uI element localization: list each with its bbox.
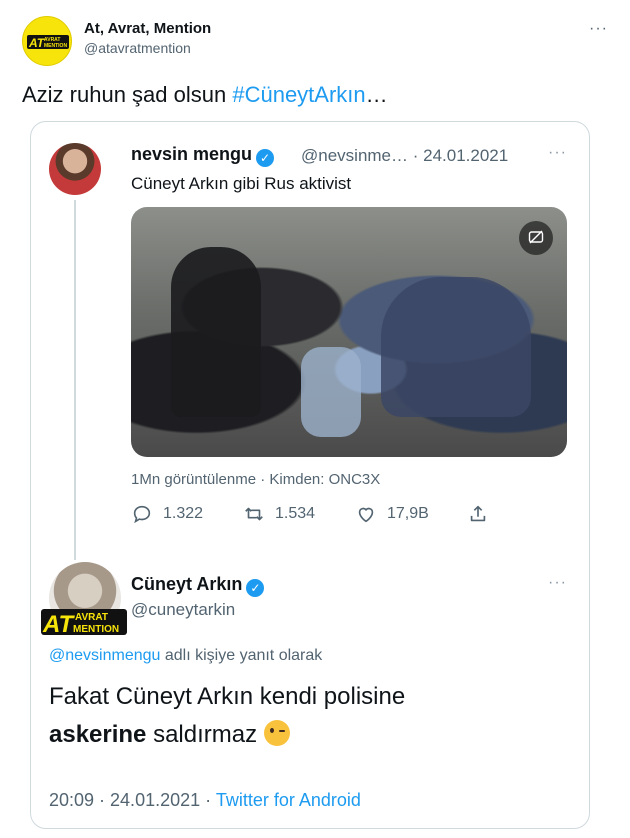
quoted-tweet-card[interactable]: nevsin mengu ✓ @nevsinme… · 24.01.2021 ··… bbox=[30, 121, 590, 829]
source-link[interactable]: Twitter for Android bbox=[216, 790, 361, 810]
reply-text: Fakat Cüneyt Arkın kendi polisine askerin… bbox=[49, 678, 569, 754]
reply-author-name[interactable]: Cüneyt Arkın ✓ bbox=[131, 574, 265, 597]
video-player[interactable] bbox=[131, 207, 567, 457]
verified-badge-icon: ✓ bbox=[246, 579, 265, 597]
like-count: 17,9B bbox=[387, 505, 429, 522]
hashtag-link[interactable]: #CüneytArkın bbox=[232, 82, 365, 107]
quoted-text: Cüneyt Arkın gibi Rus aktivist bbox=[131, 174, 352, 193]
quoted-author-name-text: nevsin mengu bbox=[131, 144, 253, 164]
reply-text-bold: askerine bbox=[49, 721, 147, 748]
svg-text:MENTION: MENTION bbox=[73, 624, 119, 635]
views-line: 1Mn görüntülenme · Kimden: ONC3X bbox=[131, 471, 381, 488]
quoted-author-avatar[interactable] bbox=[49, 143, 101, 195]
at-avrat-mention-logo: AT AVRAT MENTION bbox=[27, 35, 69, 50]
quoted-author-handle[interactable]: @nevsinme… bbox=[301, 146, 408, 165]
reply-button[interactable]: 1.322 bbox=[131, 503, 203, 525]
tweet-text: Aziz ruhun şad olsun #CüneytArkın… bbox=[22, 82, 388, 108]
reply-author-name-text: Cüneyt Arkın bbox=[131, 574, 243, 594]
more-options-icon[interactable]: ··· bbox=[589, 20, 608, 38]
share-button[interactable] bbox=[467, 503, 489, 525]
video-figure bbox=[301, 347, 361, 437]
retweet-icon bbox=[245, 507, 263, 521]
retweet-button[interactable]: 1.534 bbox=[243, 503, 315, 525]
reply-text-line1: Fakat Cüneyt Arkın kendi polisine bbox=[49, 683, 406, 710]
author-avatar[interactable]: AT AVRAT MENTION bbox=[22, 16, 72, 66]
svg-text:MENTION: MENTION bbox=[44, 43, 67, 49]
reply-count: 1.322 bbox=[163, 505, 204, 522]
video-figure bbox=[171, 247, 261, 417]
author-name[interactable]: At, Avrat, Mention bbox=[84, 20, 211, 37]
quoted-author-meta: @nevsinme… · 24.01.2021 bbox=[301, 146, 508, 166]
captions-icon[interactable] bbox=[519, 221, 553, 255]
replying-to-line: @nevsinmengu adlı kişiye yanıt olarak bbox=[49, 647, 322, 665]
svg-text:AT: AT bbox=[42, 611, 76, 638]
wink-emoji-icon bbox=[263, 720, 290, 746]
tweet-text-ellipsis: … bbox=[365, 82, 388, 107]
reply-author-handle[interactable]: @cuneytarkin bbox=[131, 600, 235, 620]
share-icon bbox=[470, 505, 486, 522]
reply-meta: 20:09 · 24.01.2021 · Twitter for Android bbox=[49, 790, 361, 811]
verified-badge-icon: ✓ bbox=[256, 149, 275, 167]
quoted-date[interactable]: · 24.01.2021 bbox=[413, 146, 508, 165]
video-figure bbox=[381, 277, 531, 417]
tweet-header: AT AVRAT MENTION At, Avrat, Mention @ata… bbox=[22, 14, 608, 66]
like-icon bbox=[358, 507, 374, 523]
action-bar: 1.322 1.534 17,9B bbox=[131, 503, 511, 525]
tweet-text-plain: Aziz ruhun şad olsun bbox=[22, 82, 233, 107]
svg-text:AVRAT: AVRAT bbox=[75, 612, 108, 623]
reply-more-options-icon[interactable]: ··· bbox=[548, 574, 567, 592]
reply-icon bbox=[133, 505, 151, 524]
at-avrat-mention-watermark: AT AVRAT MENTION bbox=[41, 609, 127, 638]
reply-text-line2: saldırmaz bbox=[146, 721, 264, 748]
reply-time[interactable]: 20:09 · 24.01.2021 · bbox=[49, 790, 216, 810]
retweet-count: 1.534 bbox=[275, 505, 316, 522]
quoted-author-name[interactable]: nevsin mengu ✓ bbox=[131, 144, 275, 167]
replying-to-suffix: adlı kişiye yanıt olarak bbox=[160, 647, 323, 664]
thread-line bbox=[74, 200, 76, 560]
mention-link[interactable]: @nevsinmengu bbox=[49, 647, 160, 664]
author-handle[interactable]: @atavratmention bbox=[84, 40, 191, 56]
like-button[interactable]: 17,9B bbox=[355, 503, 429, 525]
quoted-more-options-icon[interactable]: ··· bbox=[548, 144, 567, 162]
